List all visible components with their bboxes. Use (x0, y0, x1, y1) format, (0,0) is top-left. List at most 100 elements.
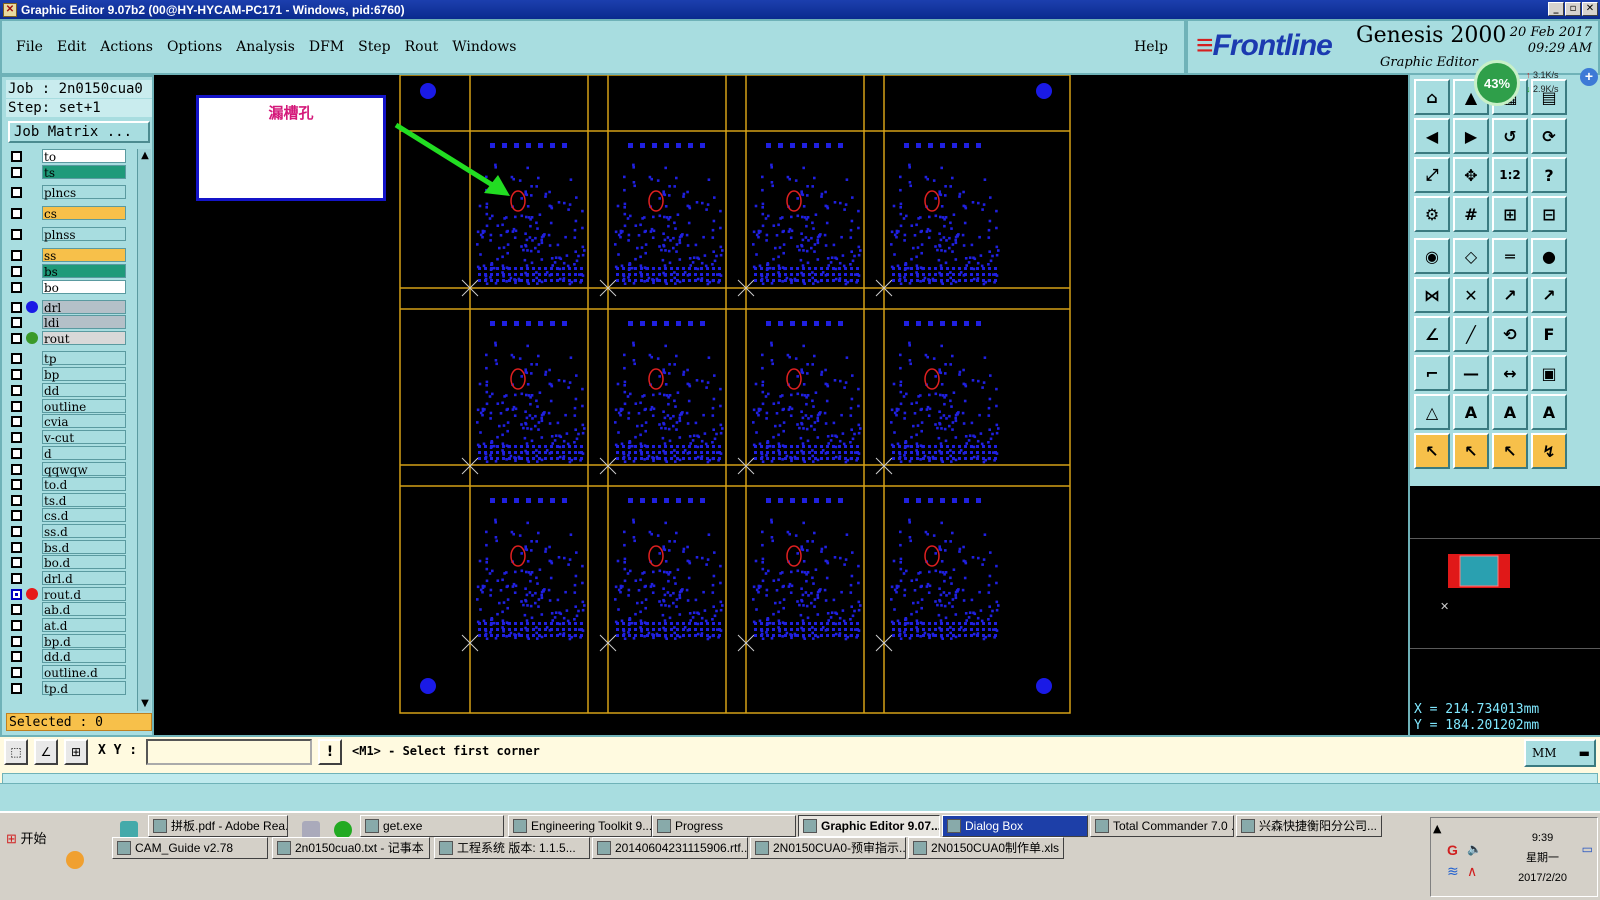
layer-name[interactable]: d (42, 446, 126, 461)
layer-name[interactable]: bp.d (42, 634, 126, 649)
layer-row[interactable]: outline.d (8, 665, 126, 680)
layer-name[interactable]: plncs (42, 185, 126, 200)
pad-button[interactable]: ◉ (1414, 238, 1450, 274)
taskbar-button[interactable]: 拼板.pdf - Adobe Rea... (148, 815, 288, 837)
grid-snap-icon[interactable]: ⊞ (64, 739, 88, 765)
warning-button[interactable]: ! (318, 739, 342, 765)
layer-checkbox[interactable] (11, 588, 22, 600)
layer-row[interactable]: rout.d (8, 587, 126, 602)
layer-row[interactable]: drl (8, 300, 126, 315)
menu-rout[interactable]: Rout (405, 39, 439, 55)
layer-row[interactable]: plncs (8, 185, 126, 200)
show-desktop-icon[interactable]: ▭ (1582, 842, 1593, 856)
layer-checkbox[interactable] (11, 666, 22, 678)
grid-button[interactable]: # (1453, 196, 1489, 232)
layer-checkbox[interactable] (11, 415, 22, 427)
plus-icon[interactable]: + (1580, 68, 1598, 86)
layer-row[interactable]: tp (8, 351, 126, 366)
line-pad-button[interactable]: ↗ (1492, 277, 1528, 313)
layer-checkbox[interactable] (11, 281, 22, 293)
layer-row[interactable]: tp.d (8, 681, 126, 696)
layer-name[interactable]: to.d (42, 477, 126, 492)
triangle-a-button[interactable]: A (1453, 394, 1489, 430)
undo-button[interactable]: ↺ (1492, 118, 1528, 154)
triangle-b-button[interactable]: A (1492, 394, 1528, 430)
layer-checkbox[interactable] (11, 332, 22, 344)
minus-button[interactable]: — (1453, 355, 1489, 391)
layer-row[interactable]: dd.d (8, 649, 126, 664)
layer-name[interactable]: v-cut (42, 430, 126, 445)
select-route-button[interactable]: ↯ (1531, 433, 1567, 469)
quicklaunch-colors-icon[interactable] (66, 851, 84, 869)
scroll-down-icon[interactable]: ▼ (138, 697, 152, 711)
layer-checkbox[interactable] (11, 352, 22, 364)
layer-checkbox[interactable] (11, 316, 22, 328)
layer-checkbox[interactable] (11, 368, 22, 380)
start-button[interactable]: ⊞ 开始 (2, 827, 50, 851)
layer-name[interactable]: tp (42, 351, 126, 366)
menu-file[interactable]: File (16, 39, 43, 55)
shape-button[interactable]: ◇ (1453, 238, 1489, 274)
restore-button[interactable]: ▫ (1565, 2, 1581, 16)
layer-name[interactable]: rout (42, 331, 126, 346)
layer-name[interactable]: tp.d (42, 681, 126, 696)
zoom-fit-button[interactable]: ⤢ (1414, 157, 1450, 193)
layer-checkbox[interactable] (11, 682, 22, 694)
triangle-button[interactable]: △ (1414, 394, 1450, 430)
layer-name[interactable]: dd.d (42, 649, 126, 664)
layer-checkbox[interactable] (11, 509, 22, 521)
layer-checkbox[interactable] (11, 207, 22, 219)
layer-name[interactable]: ss (42, 248, 126, 263)
tray-a-icon[interactable]: ∧ (1467, 864, 1477, 880)
layer-checkbox[interactable] (11, 541, 22, 553)
layer-checkbox[interactable] (11, 635, 22, 647)
layer-row[interactable]: bs (8, 264, 126, 279)
system-clock[interactable]: 9:39 星期一 2017/2/20 (1518, 828, 1567, 888)
volume-icon[interactable]: 🔈 (1467, 842, 1482, 856)
net-alt-button[interactable]: ⊟ (1531, 196, 1567, 232)
layer-row[interactable]: dd (8, 383, 126, 398)
layer-name[interactable]: bs.d (42, 540, 126, 555)
layer-scrollbar[interactable]: ▲ ▼ (137, 149, 151, 711)
layer-checkbox[interactable] (11, 572, 22, 584)
layer-name[interactable]: bo (42, 280, 126, 295)
layer-name[interactable]: outline (42, 399, 126, 414)
job-matrix-button[interactable]: Job Matrix ... (8, 121, 150, 143)
layer-row[interactable]: bs.d (8, 540, 126, 555)
layer-name[interactable]: cvia (42, 414, 126, 429)
taskbar-button[interactable]: 2N0150CUA0-预审指示... (750, 837, 906, 859)
layer-checkbox[interactable] (11, 525, 22, 537)
layer-checkbox[interactable] (11, 186, 22, 198)
select-area-button[interactable]: ↖ (1492, 433, 1528, 469)
units-select[interactable]: MM ▬ (1524, 739, 1596, 767)
layer-name[interactable]: qqwqw (42, 462, 126, 477)
tray-expand-icon[interactable]: ▲ (1433, 822, 1441, 835)
taskbar-button[interactable]: Dialog Box (942, 815, 1088, 837)
layer-row[interactable]: outline (8, 399, 126, 414)
layer-name[interactable]: rout.d (42, 587, 126, 602)
layer-checkbox[interactable] (11, 556, 22, 568)
tray-network-icon[interactable]: ≋ (1447, 864, 1459, 880)
taskbar-button[interactable]: 2n0150cua0.txt - 记事本 (272, 837, 430, 859)
pan-left-button[interactable]: ◀ (1414, 118, 1450, 154)
ruler-button[interactable]: ═ (1492, 238, 1528, 274)
taskbar-button[interactable]: CAM_Guide v2.78 (112, 837, 268, 859)
layer-checkbox[interactable] (11, 447, 22, 459)
layer-row[interactable]: bp.d (8, 634, 126, 649)
corner-button[interactable]: ⌐ (1414, 355, 1450, 391)
graphic-canvas[interactable]: 漏槽孔 (154, 75, 1408, 735)
menu-analysis[interactable]: Analysis (236, 39, 295, 55)
measure-tool-button[interactable]: ⚙ (1414, 196, 1450, 232)
text-button[interactable]: F (1531, 316, 1567, 352)
layer-row[interactable]: d (8, 446, 126, 461)
layer-row[interactable]: to (8, 149, 126, 164)
taskbar-button[interactable]: get.exe (360, 815, 504, 837)
layer-row[interactable]: to.d (8, 477, 126, 492)
redraw-button[interactable]: ⟳ (1531, 118, 1567, 154)
layer-row[interactable]: ldi (8, 315, 126, 330)
layer-row[interactable]: ts.d (8, 493, 126, 508)
layer-name[interactable]: bo.d (42, 555, 126, 570)
layer-checkbox[interactable] (11, 431, 22, 443)
menu-step[interactable]: Step (358, 39, 390, 55)
layer-name[interactable]: drl.d (42, 571, 126, 586)
